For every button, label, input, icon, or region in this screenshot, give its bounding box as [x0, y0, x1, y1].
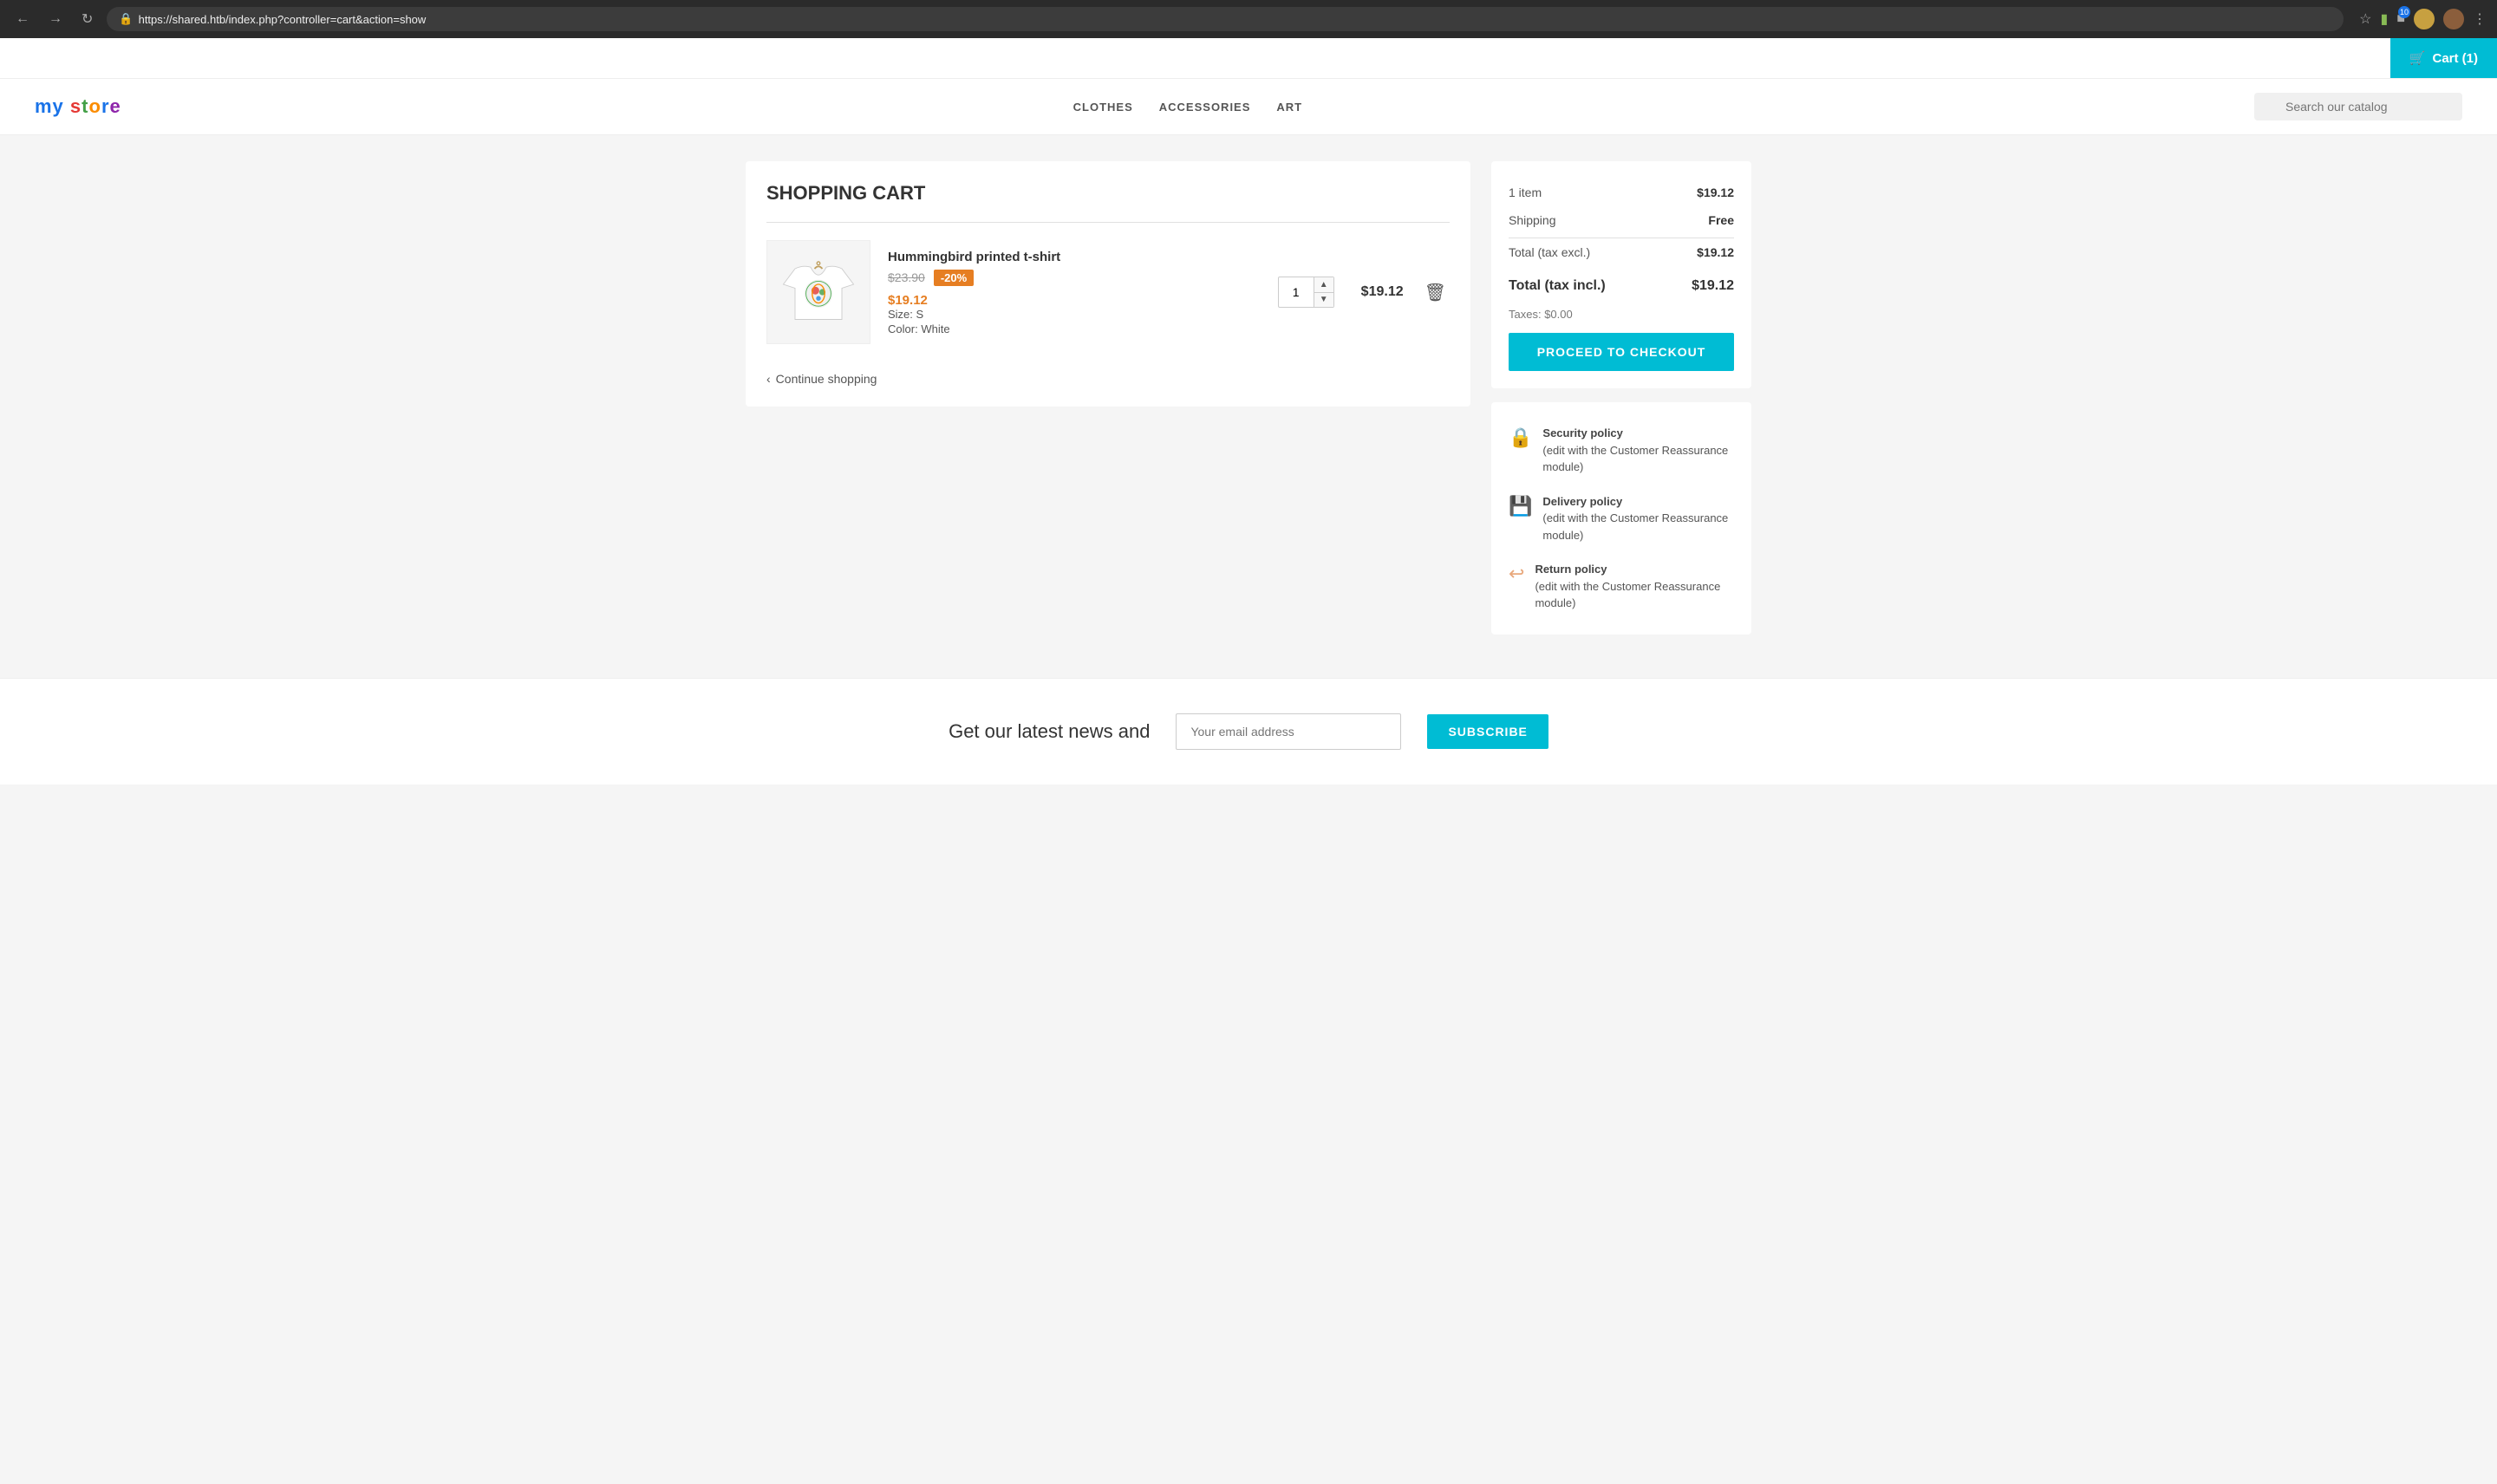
extension-badge[interactable]: ■ 10	[2396, 11, 2405, 27]
discount-badge: -20%	[934, 270, 974, 286]
menu-icon[interactable]: ⋮	[2473, 10, 2487, 28]
tshirt-svg	[779, 253, 857, 331]
item-count-value: $19.12	[1697, 186, 1734, 199]
search-input[interactable]	[2254, 93, 2462, 120]
cart-item: Hummingbird printed t-shirt $23.90 -20% …	[766, 240, 1450, 361]
main-content: SHOPPING CART	[728, 135, 1769, 661]
policy-section: 🔒 Security policy (edit with the Custome…	[1491, 402, 1751, 635]
nav-accessories[interactable]: ACCESSORIES	[1159, 101, 1251, 114]
quantity-control[interactable]: ▲ ▼	[1278, 277, 1334, 308]
header: my store CLOTHES ACCESSORIES ART 🔍	[0, 79, 2497, 135]
forward-button[interactable]: →	[43, 8, 68, 30]
url-bar[interactable]: 🔒 https://shared.htb/index.php?controlle…	[107, 7, 2344, 31]
summary-shipping-row: Shipping Free	[1509, 206, 1734, 234]
total-incl-value: $19.12	[1692, 278, 1734, 294]
newsletter-title: Get our latest news and	[949, 720, 1150, 743]
avatar-1	[2414, 9, 2435, 29]
total-excl-label: Total (tax excl.)	[1509, 245, 1590, 259]
delivery-policy-text: Delivery policy (edit with the Customer …	[1542, 493, 1734, 544]
browser-actions: ☆ ▮ ■ 10 ⋮	[2359, 9, 2487, 29]
return-icon: ↩	[1509, 563, 1524, 585]
item-count-label: 1 item	[1509, 186, 1542, 199]
back-button[interactable]: ←	[10, 8, 35, 30]
item-size: Size: S	[888, 308, 1261, 321]
shipping-label: Shipping	[1509, 213, 1556, 227]
logo[interactable]: my store	[35, 95, 121, 118]
shipping-value: Free	[1708, 213, 1734, 227]
cart-section: SHOPPING CART	[746, 161, 1470, 407]
security-policy-text: Security policy (edit with the Customer …	[1542, 425, 1734, 476]
cart-title: SHOPPING CART	[766, 182, 1450, 205]
return-policy-item: ↩ Return policy (edit with the Customer …	[1509, 552, 1734, 621]
subscribe-button[interactable]: SUBSCRIBE	[1427, 714, 1548, 749]
security-policy-title: Security policy	[1542, 426, 1622, 439]
star-icon[interactable]: ☆	[2359, 10, 2371, 28]
item-image	[766, 240, 870, 344]
item-name: Hummingbird printed t-shirt	[888, 250, 1261, 264]
newsletter-email-input[interactable]	[1176, 713, 1401, 750]
summary-item-row: 1 item $19.12	[1509, 179, 1734, 206]
search-wrap: 🔍	[2254, 93, 2462, 120]
logo-my: my	[35, 95, 70, 117]
summary-total-excl-row: Total (tax excl.) $19.12	[1509, 238, 1734, 266]
qty-arrows: ▲ ▼	[1314, 277, 1333, 307]
url-text: https://shared.htb/index.php?controller=…	[139, 13, 427, 26]
quantity-input[interactable]	[1279, 285, 1314, 299]
item-price-row: $23.90 -20%	[888, 270, 1261, 286]
main-nav: CLOTHES ACCESSORIES ART	[1073, 101, 1302, 114]
checkout-button[interactable]: PROCEED TO CHECKOUT	[1509, 333, 1734, 371]
nav-clothes[interactable]: CLOTHES	[1073, 101, 1133, 114]
summary-section: 1 item $19.12 Shipping Free Total (tax e…	[1491, 161, 1751, 635]
summary-total-incl-row: Total (tax incl.) $19.12	[1509, 266, 1734, 301]
lock-icon: 🔒	[1509, 426, 1532, 449]
return-policy-title: Return policy	[1535, 563, 1607, 576]
item-total: $19.12	[1352, 284, 1404, 300]
price-original: $23.90	[888, 270, 925, 284]
cart-button-label: Cart (1)	[2432, 51, 2478, 66]
price-current: $19.12	[888, 293, 1261, 308]
return-policy-text: Return policy (edit with the Customer Re…	[1535, 561, 1734, 612]
qty-up-button[interactable]: ▲	[1314, 277, 1333, 293]
summary-card: 1 item $19.12 Shipping Free Total (tax e…	[1491, 161, 1751, 388]
total-incl-label: Total (tax incl.)	[1509, 278, 1606, 294]
browser-chrome: ← → ↻ 🔒 https://shared.htb/index.php?con…	[0, 0, 2497, 38]
item-details: Hummingbird printed t-shirt $23.90 -20% …	[888, 250, 1261, 335]
nav-art[interactable]: ART	[1276, 101, 1302, 114]
security-policy-item: 🔒 Security policy (edit with the Custome…	[1509, 416, 1734, 485]
taxes-row: Taxes: $0.00	[1509, 301, 1734, 328]
cart-button[interactable]: 🛒 Cart (1)	[2390, 38, 2497, 78]
cart-divider	[766, 222, 1450, 223]
delivery-policy-title: Delivery policy	[1542, 495, 1622, 508]
continue-shopping-link[interactable]: ‹ Continue shopping	[766, 372, 1450, 386]
chevron-left-icon: ‹	[766, 372, 771, 386]
shield-icon[interactable]: ▮	[2381, 10, 2389, 28]
item-color: Color: White	[888, 322, 1261, 335]
cart-icon: 🛒	[2409, 50, 2426, 66]
qty-down-button[interactable]: ▼	[1314, 293, 1333, 308]
delivery-icon: 💾	[1509, 495, 1532, 517]
delivery-policy-item: 💾 Delivery policy (edit with the Custome…	[1509, 485, 1734, 553]
refresh-button[interactable]: ↻	[76, 7, 98, 31]
avatar-2	[2443, 9, 2464, 29]
delete-item-button[interactable]: 🗑	[1421, 278, 1450, 307]
trash-icon: 🗑	[1425, 283, 1446, 303]
footer-newsletter: Get our latest news and SUBSCRIBE	[0, 678, 2497, 784]
total-excl-value: $19.12	[1697, 245, 1734, 259]
top-cart-bar: 🛒 Cart (1)	[0, 38, 2497, 79]
